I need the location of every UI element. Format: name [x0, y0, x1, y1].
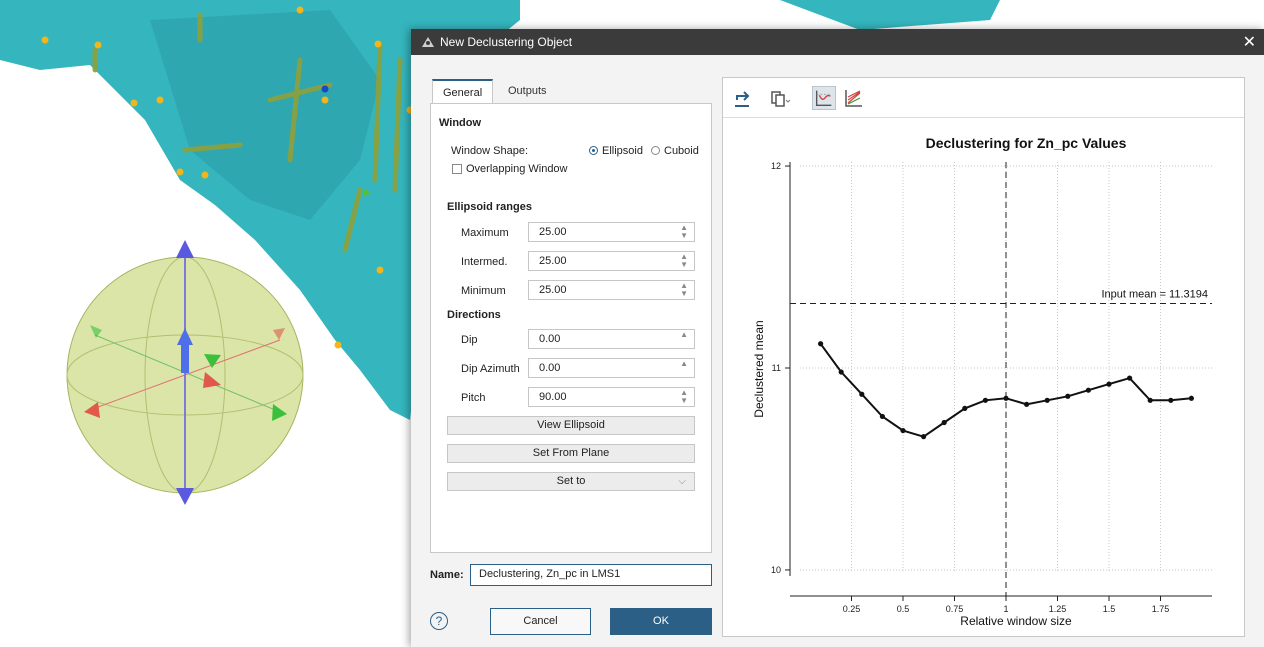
data-point-12 — [1065, 393, 1071, 399]
copy-icon[interactable] — [767, 86, 791, 110]
maximum-value: 25.00 — [539, 226, 567, 238]
tab-bar: General Outputs — [430, 79, 710, 103]
dialog-titlebar: New Declustering Object ✕ — [411, 29, 1264, 55]
data-point-15 — [1127, 375, 1133, 381]
data-point-9 — [1003, 395, 1009, 401]
dip-input[interactable]: 0.00 ▲ — [528, 329, 695, 349]
drillhole-marker-blue — [321, 85, 329, 93]
minimum-label: Minimum — [461, 285, 506, 297]
minimum-input[interactable]: 25.00 ▲ ▼ — [528, 280, 695, 300]
pitch-label: Pitch — [461, 392, 486, 404]
tab-outputs[interactable]: Outputs — [498, 79, 557, 101]
set-to-dropdown[interactable]: Set to ⌵ — [447, 472, 695, 491]
data-point-10 — [1024, 401, 1030, 407]
maximum-label: Maximum — [461, 227, 509, 239]
dip-value: 0.00 — [539, 333, 561, 345]
x-tick-label-6: 1.75 — [1152, 604, 1170, 614]
ellipsoid-widget[interactable] — [66, 240, 304, 505]
help-icon[interactable]: ? — [430, 612, 448, 630]
data-point-3 — [879, 413, 885, 420]
chart-title: Declustering for Zn_pc Values — [926, 135, 1127, 151]
dip-azimuth-value: 0.00 — [539, 362, 561, 374]
drillhole-marker-green — [363, 190, 369, 196]
x-tick-label-0: 0.25 — [843, 604, 861, 614]
y-tick-label-1: 11 — [772, 363, 781, 373]
x-tick-label-3: 1 — [1003, 604, 1008, 614]
pitch-value: 90.00 — [539, 391, 567, 403]
x-tick-label-2: 0.75 — [946, 604, 964, 614]
minimum-value: 25.00 — [539, 284, 567, 296]
pitch-input[interactable]: 90.00 ▲ ▼ — [528, 387, 695, 407]
data-point-7 — [962, 405, 968, 411]
x-tick-label-5: 1.5 — [1103, 604, 1116, 614]
name-input[interactable]: Declustering, Zn_pc in LMS1 — [470, 564, 712, 586]
spin-arrows-icon[interactable]: ▲ ▼ — [680, 389, 688, 405]
dialog-title: New Declustering Object — [440, 35, 573, 49]
declustering-plot-icon[interactable] — [812, 86, 836, 110]
ellipsoid-radio-label[interactable]: Ellipsoid — [602, 145, 643, 157]
spin-up-icon[interactable]: ▲ — [680, 331, 688, 339]
ok-button[interactable]: OK — [610, 608, 712, 635]
y-tick-label-2: 12 — [771, 161, 781, 171]
multi-plot-icon[interactable] — [842, 86, 866, 110]
cuboid-radio-label[interactable]: Cuboid — [664, 145, 699, 157]
maximum-input[interactable]: 25.00 ▲ ▼ — [528, 222, 695, 242]
window-heading: Window — [439, 117, 482, 129]
y-tick-label-0: 10 — [771, 565, 781, 575]
view-ellipsoid-button[interactable]: View Ellipsoid — [447, 416, 695, 435]
directions-heading: Directions — [447, 309, 501, 321]
dip-label: Dip — [461, 334, 478, 346]
data-point-4 — [900, 427, 906, 434]
cuboid-radio[interactable] — [651, 146, 660, 155]
data-point-17 — [1168, 397, 1174, 403]
data-point-18 — [1188, 395, 1194, 401]
data-point-6 — [941, 419, 947, 426]
data-point-14 — [1106, 381, 1112, 387]
cancel-button[interactable]: Cancel — [490, 608, 591, 635]
spin-arrows-icon[interactable]: ▲ ▼ — [680, 282, 688, 298]
ellipsoid-ranges-heading: Ellipsoid ranges — [447, 201, 532, 213]
window-shape-label: Window Shape: — [451, 145, 529, 157]
tab-general[interactable]: General — [432, 79, 494, 103]
spin-arrows-icon[interactable]: ▲ ▼ — [680, 253, 688, 269]
data-point-13 — [1085, 387, 1091, 393]
name-label: Name: — [430, 569, 464, 581]
app-icon — [422, 37, 434, 47]
overlapping-window-label[interactable]: Overlapping Window — [466, 163, 568, 175]
dip-azimuth-label: Dip Azimuth — [461, 363, 520, 375]
data-point-5 — [921, 434, 927, 440]
dip-azimuth-input[interactable]: 0.00 ▲ — [528, 358, 695, 378]
data-point-0 — [818, 341, 824, 347]
set-to-label: Set to — [556, 475, 586, 487]
chart-toolbar — [723, 78, 1244, 118]
input-mean-label: Input mean = 11.3194 — [1101, 288, 1208, 300]
new-declustering-dialog: New Declustering Object ✕ General Output… — [411, 29, 1264, 647]
x-axis-label: Relative window size — [960, 614, 1072, 628]
chevron-down-icon: ⌵ — [678, 476, 686, 487]
data-point-1 — [838, 369, 844, 375]
export-icon[interactable] — [731, 86, 755, 110]
data-point-16 — [1147, 397, 1153, 403]
data-point-8 — [982, 397, 988, 403]
set-from-plane-button[interactable]: Set From Plane — [447, 444, 695, 463]
settings-panel: General Outputs Window Window Shape: Ell… — [430, 79, 712, 553]
general-tab-content: Window Window Shape: Ellipsoid Cuboid Ov… — [430, 103, 712, 553]
intermed-value: 25.00 — [539, 255, 567, 267]
spin-arrows-icon[interactable]: ▲ ▼ — [680, 224, 688, 240]
intermed-label: Intermed. — [461, 256, 508, 268]
close-icon[interactable]: ✕ — [1243, 32, 1256, 52]
overlapping-window-checkbox[interactable] — [452, 164, 462, 174]
declustering-chart: Declustering for Zn_pc Values 0.25 0.5 0.75… — [752, 135, 1212, 628]
surface-mesh-top-right — [780, 0, 1000, 30]
data-point-11 — [1044, 397, 1050, 403]
x-tick-label-1: 0.5 — [897, 604, 910, 614]
x-tick-label-4: 1.25 — [1049, 604, 1067, 614]
data-point-2 — [859, 391, 865, 397]
intermed-input[interactable]: 25.00 ▲ ▼ — [528, 251, 695, 271]
spin-up-icon[interactable]: ▲ — [680, 360, 688, 368]
chart-panel: Declustering for Zn_pc Values 0.25 0.5 0.75… — [722, 77, 1245, 637]
ellipsoid-radio[interactable] — [589, 146, 598, 155]
y-axis-label: Declustered mean — [752, 320, 766, 417]
